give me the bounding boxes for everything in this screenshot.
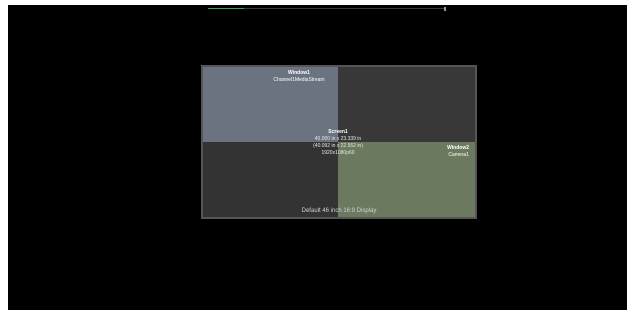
display-preview[interactable]: Window1 Channel1MediaStream Window2 Came… [201, 65, 477, 219]
layout-canvas: Window1 Channel1MediaStream Window2 Came… [8, 5, 627, 310]
display-caption: Default 46 inch 16:9 Display [301, 208, 377, 214]
timeline-slider-handle[interactable] [444, 7, 446, 11]
screen-title: Screen1 [328, 129, 348, 135]
window2-title: Window2 [447, 145, 469, 151]
screen-size-outer: 40.000 in x 23.339 in [314, 136, 362, 142]
screen-size-inner: (40.092 in x 22.552 in) [313, 143, 363, 149]
screen-resolution: 1920x1080p60 [321, 150, 355, 156]
window2-source: Camera1 [448, 152, 469, 158]
window1-title: Window1 [288, 70, 310, 76]
window1-source: Channel1MediaStream [273, 77, 325, 83]
app-frame: Window1 Channel1MediaStream Window2 Came… [0, 0, 627, 310]
screen-info: Screen1 40.000 in x 23.339 in (40.092 in… [313, 129, 363, 157]
timeline-slider[interactable] [208, 7, 446, 11]
timeline-slider-fill [208, 8, 244, 9]
